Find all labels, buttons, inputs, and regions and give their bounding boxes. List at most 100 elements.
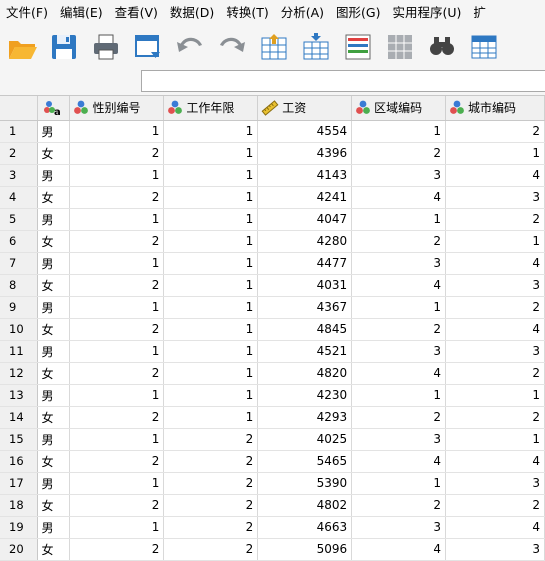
data-cell[interactable]: 1 [351, 472, 447, 495]
data-cell[interactable]: 2 [69, 230, 165, 253]
data-cell[interactable]: 3 [445, 274, 545, 297]
menu-item-1[interactable]: 编辑(E) [54, 0, 109, 26]
data-cell[interactable]: 4 [351, 538, 447, 561]
row-number[interactable]: 9 [0, 296, 39, 319]
data-cell[interactable]: 1 [163, 252, 259, 275]
data-cell[interactable]: 4845 [257, 318, 353, 341]
data-cell[interactable]: 女 [37, 318, 71, 341]
data-cell[interactable]: 女 [37, 142, 71, 165]
data-cell[interactable]: 2 [445, 494, 545, 517]
data-cell[interactable]: 4396 [257, 142, 353, 165]
data-cell[interactable]: 女 [37, 230, 71, 253]
data-cell[interactable]: 4280 [257, 230, 353, 253]
data-cell[interactable]: 2 [445, 296, 545, 319]
menu-item-5[interactable]: 分析(A) [275, 0, 330, 26]
data-cell[interactable]: 3 [445, 186, 545, 209]
data-cell[interactable]: 1 [69, 164, 165, 187]
open-folder-button[interactable] [4, 29, 40, 65]
menu-item-8[interactable]: 扩 [467, 0, 492, 26]
data-cell[interactable]: 4025 [257, 428, 353, 451]
column-header-0[interactable]: a [37, 96, 71, 121]
data-cell[interactable]: 4367 [257, 296, 353, 319]
data-cell[interactable]: 女 [37, 186, 71, 209]
split-file-button[interactable] [466, 29, 502, 65]
data-cell[interactable]: 男 [37, 120, 71, 143]
row-number[interactable]: 7 [0, 252, 39, 275]
data-cell[interactable]: 4143 [257, 164, 353, 187]
menu-item-4[interactable]: 转换(T) [220, 0, 274, 26]
data-cell[interactable]: 5390 [257, 472, 353, 495]
data-cell[interactable]: 2 [163, 472, 259, 495]
data-cell[interactable]: 1 [163, 340, 259, 363]
data-cell[interactable]: 2 [69, 318, 165, 341]
data-cell[interactable]: 2 [163, 538, 259, 561]
data-cell[interactable]: 1 [351, 120, 447, 143]
data-cell[interactable]: 5465 [257, 450, 353, 473]
data-cell[interactable]: 3 [351, 516, 447, 539]
data-cell[interactable]: 2 [351, 230, 447, 253]
row-number[interactable]: 20 [0, 538, 39, 561]
data-cell[interactable]: 4047 [257, 208, 353, 231]
menu-item-6[interactable]: 图形(G) [330, 0, 386, 26]
data-cell[interactable]: 2 [445, 120, 545, 143]
data-cell[interactable]: 1 [69, 120, 165, 143]
find-button[interactable] [424, 29, 460, 65]
data-cell[interactable]: 1 [445, 142, 545, 165]
column-header-2[interactable]: 工作年限 [163, 96, 259, 121]
row-number[interactable]: 5 [0, 208, 39, 231]
data-cell[interactable]: 5096 [257, 538, 353, 561]
row-number[interactable]: 3 [0, 164, 39, 187]
data-cell[interactable]: 3 [445, 340, 545, 363]
menu-item-2[interactable]: 查看(V) [109, 0, 164, 26]
redo-button[interactable] [214, 29, 250, 65]
data-cell[interactable]: 女 [37, 362, 71, 385]
menu-item-7[interactable]: 实用程序(U) [386, 0, 467, 26]
row-number[interactable]: 1 [0, 120, 39, 143]
data-cell[interactable]: 1 [445, 428, 545, 451]
data-cell[interactable]: 4477 [257, 252, 353, 275]
row-number[interactable]: 12 [0, 362, 39, 385]
data-cell[interactable]: 1 [163, 406, 259, 429]
data-cell[interactable]: 女 [37, 406, 71, 429]
row-number[interactable]: 14 [0, 406, 39, 429]
data-cell[interactable]: 1 [163, 362, 259, 385]
data-cell[interactable]: 1 [69, 296, 165, 319]
dialog-recall-button[interactable] [130, 29, 166, 65]
row-number[interactable]: 16 [0, 450, 39, 473]
data-cell[interactable]: 4802 [257, 494, 353, 517]
data-cell[interactable]: 1 [163, 296, 259, 319]
data-cell[interactable]: 2 [163, 516, 259, 539]
data-cell[interactable]: 2 [351, 142, 447, 165]
data-cell[interactable]: 3 [351, 164, 447, 187]
data-cell[interactable]: 1 [163, 384, 259, 407]
row-number[interactable]: 17 [0, 472, 39, 495]
data-cell[interactable]: 女 [37, 274, 71, 297]
data-cell[interactable]: 1 [69, 252, 165, 275]
data-cell[interactable]: 4554 [257, 120, 353, 143]
row-number[interactable]: 8 [0, 274, 39, 297]
data-cell[interactable]: 1 [163, 120, 259, 143]
data-cell[interactable]: 1 [163, 186, 259, 209]
data-cell[interactable]: 2 [69, 450, 165, 473]
data-cell[interactable]: 2 [69, 142, 165, 165]
column-header-1[interactable]: 性别编号 [69, 96, 165, 121]
data-cell[interactable]: 4230 [257, 384, 353, 407]
row-number[interactable]: 15 [0, 428, 39, 451]
data-cell[interactable]: 4 [445, 450, 545, 473]
data-cell[interactable]: 4293 [257, 406, 353, 429]
data-cell[interactable]: 2 [163, 450, 259, 473]
save-button[interactable] [46, 29, 82, 65]
row-number[interactable]: 19 [0, 516, 39, 539]
undo-button[interactable] [172, 29, 208, 65]
data-cell[interactable]: 1 [351, 384, 447, 407]
data-cell[interactable]: 4 [445, 516, 545, 539]
data-cell[interactable]: 1 [69, 208, 165, 231]
data-cell[interactable]: 2 [445, 362, 545, 385]
data-cell[interactable]: 1 [351, 296, 447, 319]
row-number[interactable]: 11 [0, 340, 39, 363]
data-cell[interactable]: 4 [351, 186, 447, 209]
data-cell[interactable]: 4 [445, 164, 545, 187]
data-cell[interactable]: 3 [445, 472, 545, 495]
data-cell[interactable]: 男 [37, 340, 71, 363]
data-cell[interactable]: 2 [163, 428, 259, 451]
